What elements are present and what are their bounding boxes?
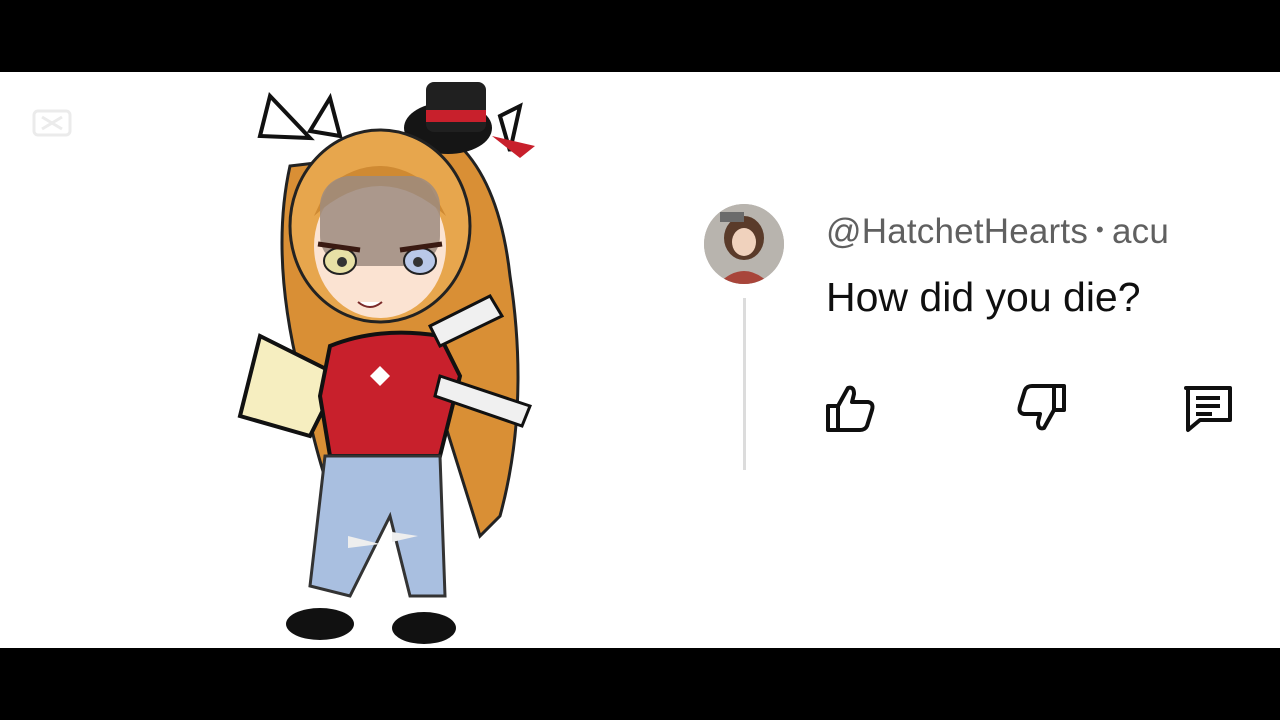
reply-button[interactable] <box>1178 378 1238 438</box>
meta-separator: • <box>1096 217 1104 242</box>
comment-time: acu <box>1111 212 1169 251</box>
comment-card: @HatchetHearts • acu How did you die? <box>700 202 1240 482</box>
comment-text: How did you die? <box>826 274 1141 320</box>
letterbox-top <box>0 0 1280 72</box>
thumbs-up-icon <box>826 385 875 432</box>
comment-meta: @HatchetHearts • acu <box>826 212 1169 252</box>
video-frame: @HatchetHearts • acu How did you die? <box>0 72 1280 648</box>
dislike-button[interactable] <box>1012 378 1072 438</box>
avatar-image <box>704 204 784 284</box>
like-button[interactable] <box>820 378 880 438</box>
author-handle[interactable]: @HatchetHearts <box>826 212 1088 251</box>
user-avatar[interactable] <box>704 204 784 284</box>
comment-reply-icon <box>1184 386 1232 432</box>
thumbs-down-icon <box>1017 384 1066 431</box>
letterbox-bottom <box>0 648 1280 720</box>
watermark-icon <box>32 109 72 137</box>
character-illustration <box>237 82 535 644</box>
thread-line <box>743 298 746 470</box>
